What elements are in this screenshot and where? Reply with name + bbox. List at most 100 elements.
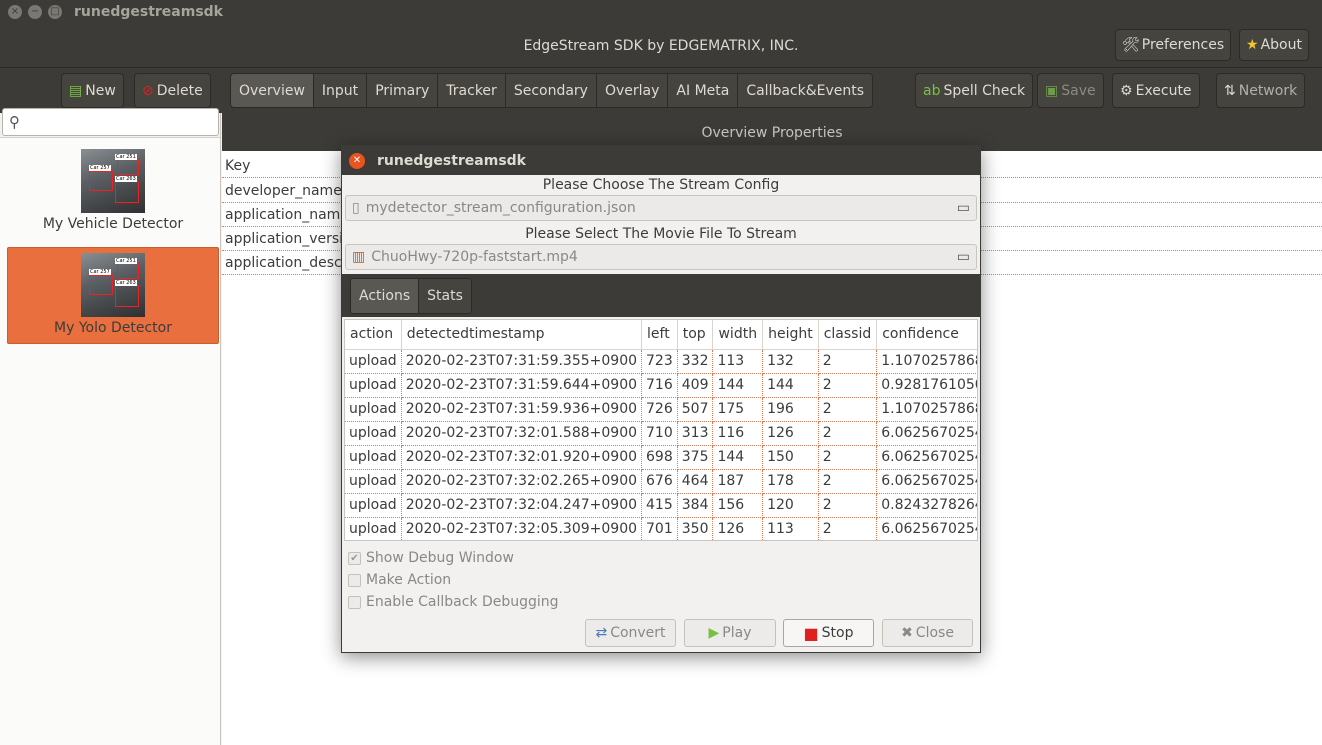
up-down-arrows-icon: ⇅ <box>1224 82 1236 99</box>
cell-top: 332 <box>677 349 714 374</box>
actions-grid: action detectedtimestamp left top width … <box>345 320 977 540</box>
convert-icon: ⇄ <box>595 625 608 641</box>
cell-width: 144 <box>712 373 764 398</box>
show-debug-window-checkbox[interactable]: ✔ Show Debug Window <box>348 547 980 569</box>
cell-timestamp: 2020-02-23T07:32:01.588+0900 <box>401 421 643 446</box>
tab-ai-meta[interactable]: AI Meta <box>667 74 738 107</box>
window-title: runedgestreamsdk <box>74 4 223 20</box>
actions-table[interactable]: action detectedtimestamp left top width … <box>344 319 978 541</box>
list-item-label: My Yolo Detector <box>54 320 172 336</box>
column-header-height[interactable]: height <box>762 320 819 350</box>
cell-confidence: 0.92817610502243 <box>876 373 977 398</box>
cell-top: 409 <box>677 373 714 398</box>
network-label: Network <box>1238 82 1298 99</box>
table-header-row: action detectedtimestamp left top width … <box>345 320 977 350</box>
cell-action: upload <box>345 469 402 494</box>
cell-height: 120 <box>762 493 819 518</box>
open-folder-icon[interactable]: ▭ <box>957 200 970 216</box>
about-label: About <box>1260 37 1302 53</box>
preferences-label: Preferences <box>1141 37 1225 53</box>
new-button[interactable]: ▤ New <box>61 73 124 108</box>
tab-callback-events[interactable]: Callback&Events <box>737 74 873 107</box>
table-row[interactable]: upload 2020-02-23T07:32:05.309+0900 701 350… <box>345 517 977 540</box>
tab-actions[interactable]: Actions <box>351 279 419 313</box>
table-row[interactable]: upload 2020-02-23T07:32:04.247+0900 415 384… <box>345 493 977 518</box>
dialog-tabbar: Actions Stats <box>342 274 980 317</box>
sidebar: ⚲ Car 251 Car 257 Car 263 My Vehicle Det… <box>0 108 221 745</box>
close-button[interactable]: ✖ Close <box>882 619 973 647</box>
detector-list: Car 251 Car 257 Car 263 My Vehicle Detec… <box>0 137 220 745</box>
tab-overview[interactable]: Overview <box>231 74 313 107</box>
tab-primary[interactable]: Primary <box>366 74 438 107</box>
cell-left: 676 <box>641 469 678 494</box>
make-action-checkbox[interactable]: Make Action <box>348 569 980 591</box>
column-header-action[interactable]: action <box>345 320 402 350</box>
save-icon: ▣ <box>1045 82 1059 99</box>
tab-input[interactable]: Input <box>312 74 367 107</box>
section-tabs: Overview Input Primary Tracker Secondary… <box>230 73 874 108</box>
table-row[interactable]: upload 2020-02-23T07:31:59.644+0900 716 409… <box>345 373 977 398</box>
about-button[interactable]: ★ About <box>1239 29 1309 61</box>
tab-secondary[interactable]: Secondary <box>504 74 596 107</box>
play-button[interactable]: ▶ Play <box>684 619 776 647</box>
convert-label: Convert <box>610 625 666 641</box>
tab-tracker[interactable]: Tracker <box>437 74 505 107</box>
window-minimize-icon[interactable]: − <box>28 5 42 19</box>
cell-top: 507 <box>677 397 714 422</box>
cell-height: 196 <box>762 397 819 422</box>
column-header-width[interactable]: width <box>712 320 764 350</box>
cell-action: upload <box>345 445 402 470</box>
search-input[interactable]: ⚲ <box>2 108 219 136</box>
cell-top: 384 <box>677 493 714 518</box>
cell-confidence: 1.10702578681660 <box>876 397 977 422</box>
execute-label: Execute <box>1135 82 1192 99</box>
cell-width: 187 <box>712 469 764 494</box>
checkbox-box <box>348 573 361 587</box>
cell-height: 132 <box>762 349 819 374</box>
table-row[interactable]: upload 2020-02-23T07:32:02.265+0900 676 464… <box>345 469 977 494</box>
save-button[interactable]: ▣ Save <box>1037 73 1104 108</box>
table-row[interactable]: upload 2020-02-23T07:31:59.355+0900 723 332… <box>345 349 977 374</box>
list-item[interactable]: Car 251 Car 257 Car 263 My Vehicle Detec… <box>7 149 219 239</box>
table-row[interactable]: upload 2020-02-23T07:31:59.936+0900 726 507… <box>345 397 977 422</box>
config-file-chooser[interactable]: ▯ mydetector_stream_configuration.json ▭ <box>345 195 977 221</box>
cell-confidence: 0.82432782649993 <box>876 493 977 518</box>
table-row[interactable]: upload 2020-02-23T07:32:01.588+0900 710 313… <box>345 421 977 446</box>
column-header-left[interactable]: left <box>641 320 678 350</box>
list-item[interactable]: Car 251 Car 257 Car 263 My Yolo Detector <box>7 247 219 344</box>
thumb-label: Car 251 <box>115 258 137 264</box>
thumb-label: Car 263 <box>115 280 137 286</box>
stop-button[interactable]: ■ Stop <box>783 619 874 647</box>
window-maximize-icon[interactable]: □ <box>48 5 62 19</box>
execute-button[interactable]: ⚙ Execute <box>1112 73 1200 108</box>
thumb-label: Car 257 <box>89 165 111 171</box>
open-folder-icon[interactable]: ▭ <box>957 249 970 265</box>
delete-button[interactable]: ⊘ Delete <box>134 73 211 108</box>
spell-check-button[interactable]: ab Spell Check <box>915 73 1034 108</box>
movie-file-chooser[interactable]: ▥ ChuoHwy-720p-faststart.mp4 ▭ <box>345 244 977 270</box>
preferences-button[interactable]: 🛠 Preferences <box>1115 29 1232 61</box>
column-header-classid[interactable]: classid <box>818 320 878 350</box>
cell-classid: 2 <box>818 349 878 374</box>
cell-width: 175 <box>712 397 764 422</box>
enable-callback-debugging-checkbox[interactable]: Enable Callback Debugging <box>348 591 980 613</box>
gears-icon: ⚙ <box>1120 82 1133 99</box>
cell-height: 113 <box>762 517 819 540</box>
delete-icon: ⊘ <box>142 82 154 99</box>
cell-action: upload <box>345 517 402 540</box>
network-button[interactable]: ⇅ Network <box>1216 73 1306 108</box>
window-close-icon[interactable]: × <box>8 5 22 19</box>
dialog-close-icon[interactable]: ✕ <box>349 152 365 169</box>
column-header-top[interactable]: top <box>677 320 714 350</box>
convert-button[interactable]: ⇄ Convert <box>585 619 676 647</box>
cell-width: 144 <box>712 445 764 470</box>
tab-stats[interactable]: Stats <box>418 279 471 313</box>
tab-overlay[interactable]: Overlay <box>595 74 668 107</box>
column-header-confidence[interactable]: confidence <box>876 320 977 350</box>
cell-left: 698 <box>641 445 678 470</box>
thumb-label: Car 263 <box>115 176 137 182</box>
cell-action: upload <box>345 373 402 398</box>
cell-classid: 2 <box>818 445 878 470</box>
column-header-detectedtimestamp[interactable]: detectedtimestamp <box>401 320 643 350</box>
table-row[interactable]: upload 2020-02-23T07:32:01.920+0900 698 375… <box>345 445 977 470</box>
